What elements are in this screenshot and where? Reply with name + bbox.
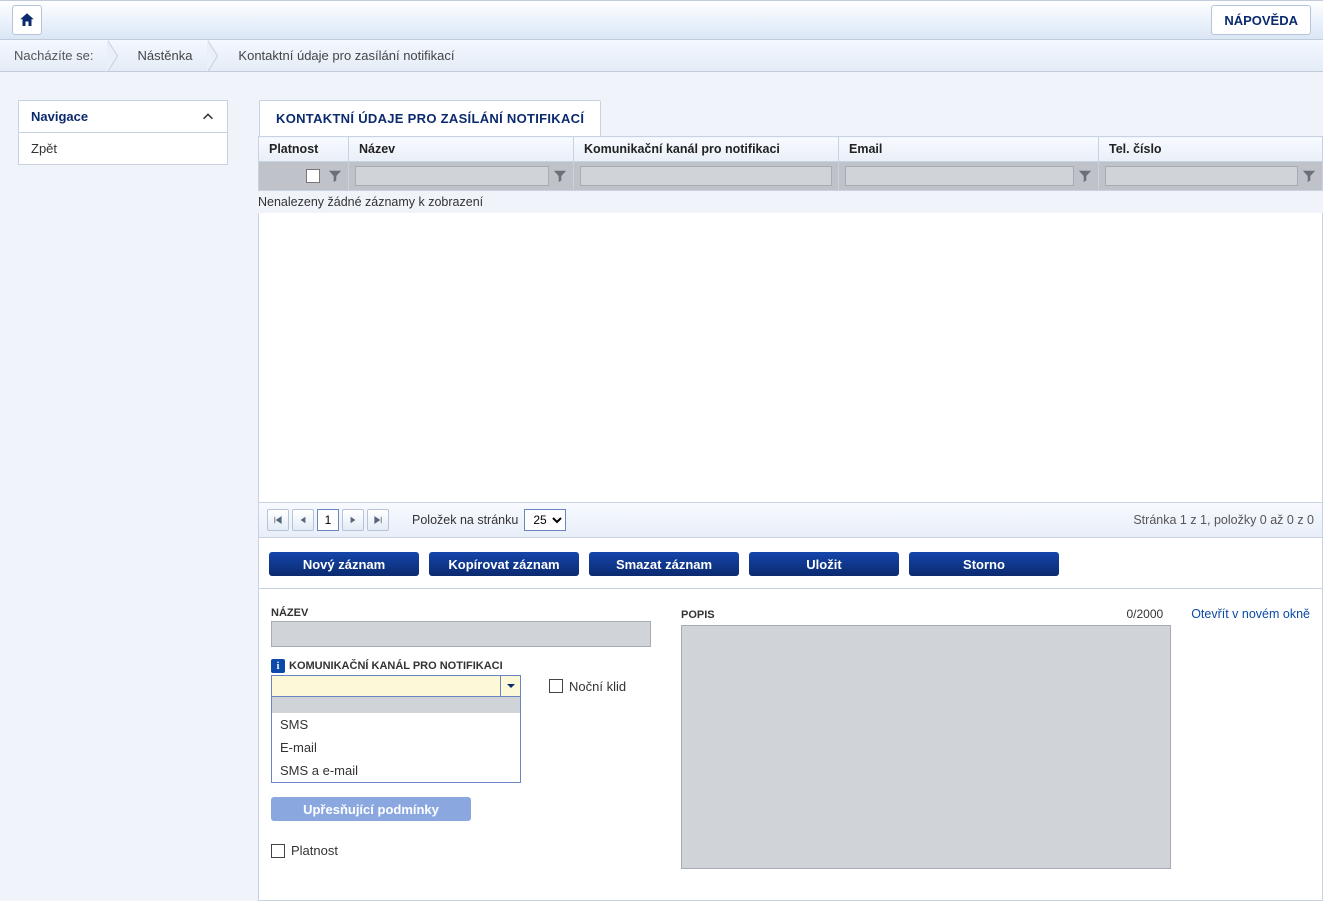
platnost-checkbox-row: Platnost <box>271 843 338 858</box>
page-size-label: Položek na stránku <box>412 513 518 527</box>
column-header-kanal[interactable]: Komunikační kanál pro notifikaci <box>574 137 839 162</box>
nav-back-link[interactable]: Zpět <box>19 133 227 164</box>
home-button[interactable] <box>12 5 42 35</box>
main-content: KONTAKTNÍ ÚDAJE PRO ZASÍLÁNÍ NOTIFIKACÍ … <box>258 100 1323 901</box>
funnel-icon[interactable] <box>328 169 342 183</box>
no-records-label: Nenalezeny žádné záznamy k zobrazení <box>258 191 1323 213</box>
popis-label: POPIS <box>681 609 715 621</box>
funnel-icon[interactable] <box>1302 169 1316 183</box>
funnel-icon[interactable] <box>553 169 567 183</box>
filter-kanal-input[interactable] <box>580 166 832 186</box>
required-icon <box>271 659 285 673</box>
dropdown-item[interactable]: SMS <box>272 713 520 736</box>
filter-email-input[interactable] <box>845 166 1074 186</box>
records-table: Platnost Název Komunikační kanál pro not… <box>258 136 1323 191</box>
table-body <box>258 213 1323 503</box>
nocni-klid-label: Noční klid <box>569 679 626 694</box>
sidebar: Navigace Zpět <box>18 100 228 165</box>
chevron-right-icon <box>208 40 222 71</box>
save-button[interactable]: Uložit <box>749 552 899 576</box>
page-title: KONTAKTNÍ ÚDAJE PRO ZASÍLÁNÍ NOTIFIKACÍ <box>259 100 601 136</box>
column-header-platnost[interactable]: Platnost <box>259 137 349 162</box>
nav-title: Navigace <box>31 109 88 124</box>
pager-info: Stránka 1 z 1, položky 0 až 0 z 0 <box>1133 513 1314 527</box>
char-counter: 0/2000 <box>1126 607 1163 621</box>
column-header-email[interactable]: Email <box>839 137 1099 162</box>
form-right-column: POPIS 0/2000 Otevřít v novém okně <box>681 607 1310 872</box>
delete-button[interactable]: Smazat záznam <box>589 552 739 576</box>
breadcrumb-label: Nacházíte se: <box>0 40 108 71</box>
pager-last-button[interactable] <box>367 509 389 531</box>
form-left-column: NÁZEV KOMUNIKAČNÍ KANÁL PRO NOTIFIKACI <box>271 607 651 872</box>
breadcrumb-item[interactable]: Nástěnka <box>122 40 209 71</box>
filter-platnost-checkbox[interactable] <box>306 169 320 183</box>
kanal-combobox-input[interactable] <box>272 676 500 696</box>
filter-row <box>259 162 1323 191</box>
nav-panel: Navigace Zpět <box>18 100 228 165</box>
copy-button[interactable]: Kopírovat záznam <box>429 552 579 576</box>
funnel-icon[interactable] <box>1078 169 1092 183</box>
pager-next-button[interactable] <box>342 509 364 531</box>
pager-first-button[interactable] <box>267 509 289 531</box>
nocni-klid-checkbox-row: Noční klid <box>549 679 626 694</box>
breadcrumb-item[interactable]: Kontaktní údaje pro zasílání notifikací <box>222 40 470 71</box>
nav-header[interactable]: Navigace <box>19 101 227 133</box>
column-header-nazev[interactable]: Název <box>349 137 574 162</box>
filter-nazev-input[interactable] <box>355 166 549 186</box>
dropdown-item-blank[interactable] <box>272 697 520 713</box>
page-number-input[interactable] <box>317 509 339 531</box>
filter-tel-input[interactable] <box>1105 166 1298 186</box>
table-header-row: Platnost Název Komunikační kanál pro not… <box>259 137 1323 162</box>
open-new-window-link[interactable]: Otevřít v novém okně <box>1191 607 1310 621</box>
dropdown-item[interactable]: E-mail <box>272 736 520 759</box>
pager-prev-button[interactable] <box>292 509 314 531</box>
upresnujici-button[interactable]: Upřesňující podmínky <box>271 797 471 821</box>
column-header-tel[interactable]: Tel. číslo <box>1099 137 1323 162</box>
dropdown-item[interactable]: SMS a e-mail <box>272 759 520 782</box>
page-layout: Navigace Zpět KONTAKTNÍ ÚDAJE PRO ZASÍLÁ… <box>0 72 1323 901</box>
breadcrumb: Nacházíte se: Nástěnka Kontaktní údaje p… <box>0 40 1323 72</box>
new-button[interactable]: Nový záznam <box>269 552 419 576</box>
cancel-button[interactable]: Storno <box>909 552 1059 576</box>
popis-textarea[interactable] <box>681 625 1171 869</box>
platnost-checkbox[interactable] <box>271 844 285 858</box>
pager-bar: Položek na stránku 25 Stránka 1 z 1, pol… <box>258 503 1323 538</box>
help-button[interactable]: NÁPOVĚDA <box>1211 5 1311 35</box>
detail-form: NÁZEV KOMUNIKAČNÍ KANÁL PRO NOTIFIKACI <box>258 589 1323 901</box>
chevron-down-icon[interactable] <box>500 676 520 696</box>
chevron-right-icon <box>108 40 122 71</box>
home-icon <box>18 11 36 29</box>
page-size-select[interactable]: 25 <box>524 509 566 531</box>
nazev-input[interactable] <box>271 621 651 647</box>
actions-bar: Nový záznam Kopírovat záznam Smazat zázn… <box>258 538 1323 589</box>
chevron-up-icon <box>201 110 215 124</box>
nazev-label: NÁZEV <box>271 607 651 619</box>
kanal-label: KOMUNIKAČNÍ KANÁL PRO NOTIFIKACI <box>271 659 651 673</box>
nocni-klid-checkbox[interactable] <box>549 679 563 693</box>
kanal-combobox[interactable] <box>271 675 521 697</box>
kanal-dropdown: SMS E-mail SMS a e-mail <box>271 696 521 783</box>
platnost-label: Platnost <box>291 843 338 858</box>
top-bar: NÁPOVĚDA <box>0 0 1323 40</box>
